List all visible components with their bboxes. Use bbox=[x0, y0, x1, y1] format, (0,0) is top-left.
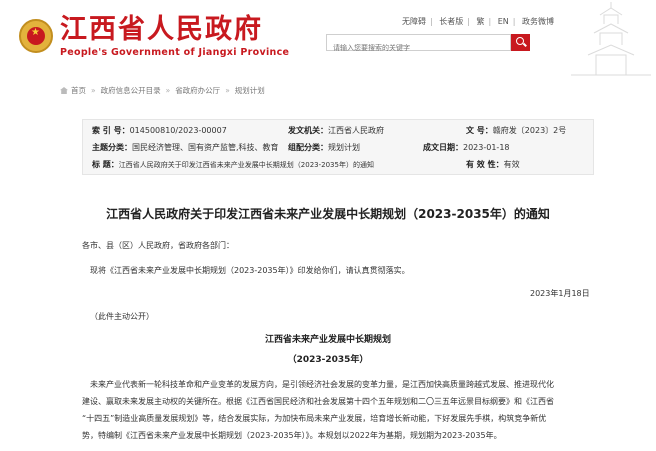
site-title[interactable]: 江西省人民政府 bbox=[60, 13, 263, 47]
search-box bbox=[326, 34, 511, 56]
elder-mode-link[interactable]: 长者版 bbox=[439, 17, 463, 27]
breadcrumb: 首页» 政府信息公开目录» 省政府办公厅» 规划计划 bbox=[60, 86, 265, 96]
search-button[interactable] bbox=[511, 34, 530, 51]
plan-title: 江西省未来产业发展中长期规划 bbox=[264, 335, 391, 345]
salutation: 各市、县（区）人民政府，省政府各部门： bbox=[82, 241, 234, 250]
breadcrumb-general-office[interactable]: 省政府办公厅 bbox=[175, 86, 220, 95]
english-link[interactable]: EN bbox=[498, 17, 509, 27]
home-icon bbox=[60, 87, 68, 94]
title-label: 标 题： bbox=[92, 160, 119, 169]
validity-label: 有 效 性： bbox=[466, 160, 504, 169]
sign-date: 2023年1月18日 bbox=[530, 289, 590, 298]
title-value: 江西省人民政府关于印发江西省未来产业发展中长期规划（2023-2035年）的通知 bbox=[118, 161, 374, 169]
date-value: 2023-01-18 bbox=[463, 143, 510, 152]
plan-line-1: 未来产业代表新一轮科技革命和产业变革的发展方向，是引领经济社会发展的变革力量，是… bbox=[90, 380, 554, 389]
category-label: 主题分类： bbox=[92, 143, 132, 152]
national-emblem-icon bbox=[19, 19, 53, 53]
plan-line-2: 建设、赢取未来发展主动权的关键所在。根据《江西省国民经济和社会发展第十四个五年规… bbox=[82, 397, 554, 406]
index-value: 014500810/2023-00007 bbox=[129, 126, 227, 135]
genre-value: 规划计划 bbox=[328, 143, 360, 152]
top-links: 无障碍 | 长者版 | 繁 | EN | 政务微博 bbox=[402, 17, 555, 27]
weibo-link[interactable]: 政务微博 bbox=[522, 17, 554, 27]
site-header: 江西省人民政府 People's Government of Jiangxi P… bbox=[0, 0, 656, 80]
breadcrumb-plans[interactable]: 规划计划 bbox=[235, 86, 265, 95]
validity-value: 有效 bbox=[503, 160, 520, 169]
docno-label: 文 号： bbox=[466, 126, 493, 135]
breadcrumb-info-catalog[interactable]: 政府信息公开目录 bbox=[101, 86, 161, 95]
date-label: 成文日期： bbox=[423, 143, 463, 152]
pagoda-icon bbox=[571, 2, 651, 76]
site-subtitle: People's Government of Jiangxi Province bbox=[60, 47, 290, 58]
body-paragraph: 现将《江西省未来产业发展中长期规划（2023-2035年）》印发给你们，请认真贯… bbox=[90, 266, 410, 275]
search-input[interactable] bbox=[327, 40, 509, 56]
issuer-value: 江西省人民政府 bbox=[328, 126, 384, 135]
traditional-chinese-link[interactable]: 繁 bbox=[477, 17, 485, 27]
public-note: （此件主动公开） bbox=[90, 312, 154, 321]
docno-value: 赣府发〔2023〕2号 bbox=[492, 126, 567, 135]
plan-years: （2023-2035年） bbox=[287, 355, 369, 365]
breadcrumb-home[interactable]: 首页 bbox=[71, 86, 86, 95]
plan-line-4: 势，特编制《江西省未来产业发展中长期规划（2023-2035年）》。本规划以20… bbox=[82, 431, 502, 440]
document-title: 江西省人民政府关于印发江西省未来产业发展中长期规划（2023-2035年）的通知 bbox=[106, 207, 550, 221]
accessibility-link[interactable]: 无障碍 bbox=[402, 17, 426, 27]
genre-label: 组配分类： bbox=[288, 143, 328, 152]
document-info-box: 索 引 号：014500810/2023-00007 发文机关：江西省人民政府 … bbox=[82, 119, 594, 175]
category-value: 国民经济管理、国有资产监管,科技、教育 bbox=[132, 143, 279, 152]
issuer-label: 发文机关： bbox=[288, 126, 328, 135]
plan-line-3: “十四五”制造业高质量发展规划》等，结合发展实际，为加快布局未来产业发展，培育增… bbox=[82, 414, 547, 423]
index-label: 索 引 号： bbox=[92, 126, 130, 135]
